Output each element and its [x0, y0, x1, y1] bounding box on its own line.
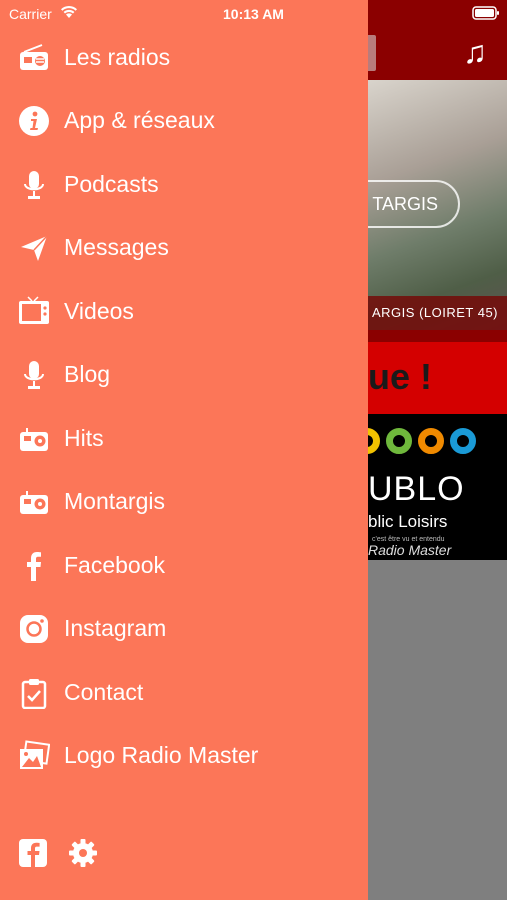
- logo-dot-green: [386, 428, 412, 454]
- menu-item-blog[interactable]: Blog: [0, 347, 368, 403]
- banner-text: ue !: [368, 356, 433, 397]
- menu-label: Les radios: [64, 44, 171, 70]
- microphone-icon: [24, 361, 44, 389]
- menu-label: Hits: [64, 425, 104, 451]
- logo-subtitle: blic Loisirs: [368, 512, 448, 531]
- menu-label: App & réseaux: [64, 107, 215, 133]
- clipboard-icon: [21, 679, 47, 709]
- menu-item-logo-radio-master[interactable]: Logo Radio Master: [0, 728, 368, 784]
- gear-icon[interactable]: [68, 838, 98, 868]
- menu-label: Facebook: [64, 552, 166, 578]
- logo-dot-orange: [418, 428, 444, 454]
- menu-item-montargis[interactable]: Montargis: [0, 474, 368, 530]
- red-banner: ue !: [368, 342, 507, 414]
- divider-strip: [368, 330, 507, 342]
- logo-word: UBLO: [368, 470, 465, 508]
- info-icon: [19, 106, 49, 136]
- status-time: 10:13 AM: [223, 6, 284, 22]
- status-bar: Carrier 10:13 AM: [0, 0, 507, 28]
- menu-label: Blog: [64, 361, 111, 387]
- logo-dot-yellow: [368, 428, 380, 454]
- music-note-icon[interactable]: ♫: [455, 32, 495, 72]
- partner-logo[interactable]: UBLO blic Loisirs c'est être vu et enten…: [368, 414, 507, 560]
- menu-label: Logo Radio Master: [64, 742, 259, 768]
- facebook-icon: [27, 552, 41, 581]
- menu-item-hits[interactable]: Hits: [0, 411, 368, 467]
- menu-label: Montargis: [64, 488, 165, 514]
- logo-dot-blue: [450, 428, 476, 454]
- menu-label: Messages: [64, 234, 169, 260]
- facebook-square-icon[interactable]: [18, 838, 48, 868]
- side-drawer: Les radios App & réseaux Podcasts Messag…: [0, 0, 368, 900]
- instagram-icon: [20, 615, 48, 643]
- menu-item-podcasts[interactable]: Podcasts: [0, 157, 368, 213]
- menu-label: Podcasts: [64, 171, 159, 197]
- radio-icon: [20, 491, 48, 514]
- photo-caption: ARGIS (LOIRET 45): [368, 296, 507, 330]
- menu-item-messages[interactable]: Messages: [0, 220, 368, 276]
- menu-item-contact[interactable]: Contact: [0, 665, 368, 721]
- menu-item-les-radios[interactable]: Les radios: [0, 30, 368, 86]
- microphone-icon: [24, 171, 44, 199]
- menu-label: Contact: [64, 679, 144, 705]
- radio-icon: [20, 428, 48, 451]
- menu-label: Instagram: [64, 615, 167, 641]
- battery-icon: [472, 6, 499, 20]
- menu-item-instagram[interactable]: Instagram: [0, 601, 368, 657]
- tv-icon: [19, 296, 49, 324]
- logo-footer: Radio Master: [368, 542, 452, 558]
- menu-item-app-reseaux[interactable]: App & réseaux: [0, 93, 368, 149]
- menu-item-facebook[interactable]: Facebook: [0, 538, 368, 594]
- menu-item-videos[interactable]: Videos: [0, 284, 368, 340]
- image-icon: [20, 740, 50, 769]
- radio-icon: [20, 44, 48, 70]
- menu-label: Videos: [64, 298, 134, 324]
- paper-plane-icon: [21, 235, 48, 261]
